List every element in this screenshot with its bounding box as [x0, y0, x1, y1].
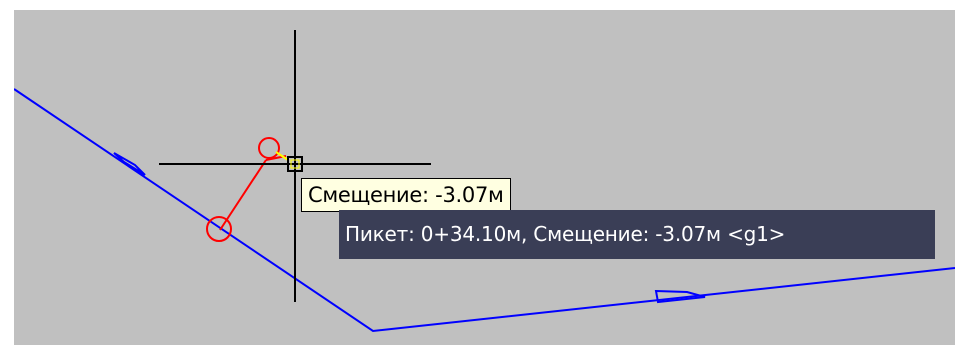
alignment-direction-arrow [113, 152, 146, 176]
station-offset-readout: Пикет: 0+34.10м, Смещение: -3.07м <g1> [339, 210, 935, 259]
crosshair-cursor [159, 30, 431, 302]
offset-end-marker [258, 137, 280, 159]
offset-start-marker [206, 216, 232, 242]
snap-hint-line [275, 151, 289, 161]
offset-tooltip: Смещение: -3.07м [301, 178, 511, 212]
